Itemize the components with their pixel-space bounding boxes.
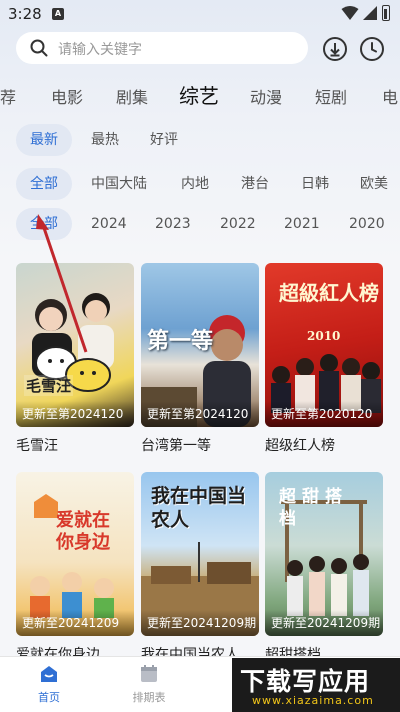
tab-movies[interactable]: 电影 <box>51 84 83 108</box>
tab-short-drama[interactable]: 短剧 <box>315 84 347 108</box>
show-poster[interactable]: 爱就在你身边 更新至20241209 <box>16 472 134 636</box>
history-icon[interactable] <box>359 36 385 62</box>
search-icon <box>30 39 48 57</box>
year-2024[interactable]: 2024 <box>77 208 141 240</box>
tab-schedule[interactable]: 排期表 <box>109 663 189 705</box>
poster-year-art: 2010 <box>307 329 341 343</box>
update-status: 更新至第2024120 <box>16 401 134 427</box>
region-inland[interactable]: 内地 <box>167 168 223 200</box>
tab-variety[interactable]: 综艺 <box>179 80 219 109</box>
tab-series[interactable]: 剧集 <box>116 84 148 108</box>
update-status: 更新至20241209期 <box>265 610 383 636</box>
app-notification-icon: A <box>52 8 64 20</box>
update-status: 更新至第2024120 <box>141 401 259 427</box>
show-card[interactable]: 超甜搭档 更新至20241209期 超甜搭档 <box>265 472 383 664</box>
show-poster[interactable]: 超甜搭档 更新至20241209期 <box>265 472 383 636</box>
year-2020[interactable]: 2020 <box>335 208 399 240</box>
region-mainland[interactable]: 中国大陆 <box>77 168 161 200</box>
search-input[interactable]: 请输入关键字 <box>16 32 308 64</box>
poster-title-art: 毛雪汪 <box>24 375 74 396</box>
show-card[interactable]: 第一等 更新至第2024120 台湾第一等 <box>141 263 259 455</box>
poster-title-art: 超甜搭档 <box>279 487 348 529</box>
show-title: 台湾第一等 <box>141 438 211 454</box>
year-2023[interactable]: 2023 <box>141 208 205 240</box>
show-card[interactable]: 爱就在你身边 更新至20241209 爱就在你身边 <box>16 472 134 664</box>
filter-newest[interactable]: 最新 <box>16 124 72 156</box>
tab-more[interactable]: 电 <box>382 84 398 108</box>
tab-schedule-label: 排期表 <box>132 691 166 704</box>
status-bar: 3:28 A <box>0 0 400 30</box>
region-jp-kr[interactable]: 日韩 <box>287 168 343 200</box>
show-card[interactable]: 我在中国当农人 更新至20241209期 我在中国当农人 <box>141 472 259 664</box>
tab-home[interactable]: 首页 <box>9 663 89 705</box>
filter-hottest[interactable]: 最热 <box>77 124 133 156</box>
region-hk-tw[interactable]: 港台 <box>227 168 283 200</box>
signal-icon <box>363 6 377 20</box>
show-title: 超级红人榜 <box>265 438 335 454</box>
poster-title-art: 我在中国当农人 <box>151 485 247 531</box>
year-2021[interactable]: 2021 <box>270 208 334 240</box>
watermark-title: 下载写应用 <box>240 667 371 696</box>
update-status: 更新至20241209 <box>16 610 134 636</box>
poster-title-art: 第一等 <box>147 328 214 354</box>
watermark-url: www.xiazaima.com <box>252 694 374 707</box>
tab-anime[interactable]: 动漫 <box>250 84 282 108</box>
show-card[interactable]: 毛雪汪 更新至第2024120 毛雪汪 <box>16 263 134 455</box>
update-status: 更新至20241209期 <box>141 610 259 636</box>
show-title: 毛雪汪 <box>16 438 58 454</box>
wifi-icon <box>341 6 359 20</box>
status-time: 3:28 <box>8 5 42 23</box>
tab-recommend[interactable]: 荐 <box>0 84 16 108</box>
year-2022[interactable]: 2022 <box>206 208 270 240</box>
region-filter-row: 全部 中国大陆 内地 港台 日韩 欧美 <box>0 168 400 202</box>
show-poster[interactable]: 第一等 更新至第2024120 <box>141 263 259 427</box>
region-all[interactable]: 全部 <box>16 168 72 200</box>
year-all[interactable]: 全部 <box>16 208 72 240</box>
filter-top-rated[interactable]: 好评 <box>136 124 192 156</box>
tab-home-label: 首页 <box>38 691 60 704</box>
poster-title-art: 超級紅人榜 <box>279 281 379 305</box>
poster-title-art: 爱就在你身边 <box>56 510 110 553</box>
search-placeholder: 请输入关键字 <box>58 42 142 58</box>
show-poster[interactable]: 我在中国当农人 更新至20241209期 <box>141 472 259 636</box>
sort-filter-row: 最新 最热 好评 <box>0 124 400 158</box>
show-poster[interactable]: 毛雪汪 更新至第2024120 <box>16 263 134 427</box>
category-tabs: 荐 电影 剧集 综艺 动漫 短剧 电 <box>0 78 400 112</box>
site-watermark: 下载写应用 www.xiazaima.com <box>232 658 400 712</box>
region-western[interactable]: 欧美 <box>346 168 400 200</box>
home-icon <box>41 666 57 682</box>
battery-icon <box>382 5 390 21</box>
year-filter-row: 全部 2024 2023 2022 2021 2020 <box>0 208 400 242</box>
download-icon[interactable] <box>322 36 348 62</box>
show-poster[interactable]: 超級紅人榜 2010 更新至第2020120 <box>265 263 383 427</box>
calendar-icon <box>141 665 157 682</box>
update-status: 更新至第2020120 <box>265 401 383 427</box>
show-card[interactable]: 超級紅人榜 2010 更新至第2020120 超级红人榜 <box>265 263 383 455</box>
